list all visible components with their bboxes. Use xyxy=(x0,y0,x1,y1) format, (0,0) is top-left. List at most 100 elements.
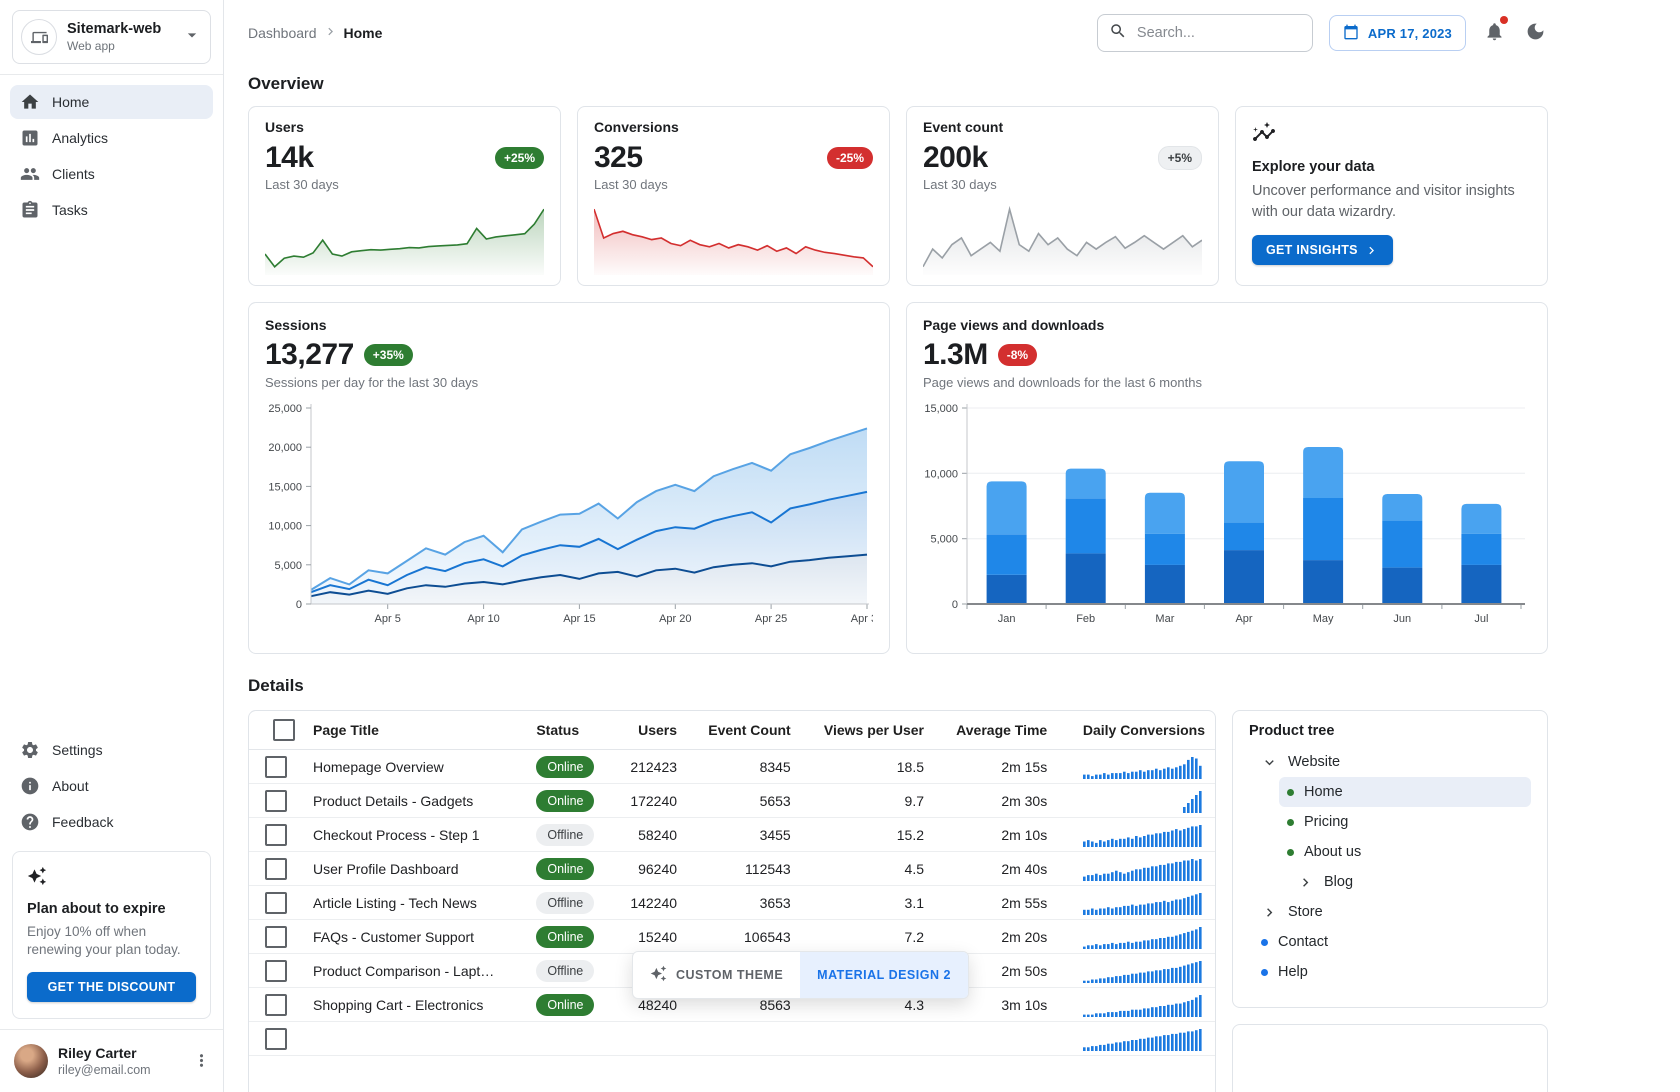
status-badge: Online xyxy=(536,858,594,880)
cell-page-title: Checkout Process - Step 1 xyxy=(303,818,526,852)
row-checkbox[interactable] xyxy=(265,790,287,812)
cell-users: 96240 xyxy=(613,852,687,886)
devices-icon xyxy=(31,29,48,46)
table-row: User Profile Dashboard Online 96240 1125… xyxy=(249,852,1215,886)
get-insights-button[interactable]: GET INSIGHTS xyxy=(1252,235,1393,265)
date-picker-button[interactable]: APR 17, 2023 xyxy=(1329,15,1466,51)
workspace-name: Sitemark-web xyxy=(67,20,172,38)
search-input[interactable] xyxy=(1135,24,1301,42)
product-tree-title: Product tree xyxy=(1249,723,1531,739)
user-row: Riley Carter riley@email.com xyxy=(0,1029,223,1092)
cell-event-count: 3455 xyxy=(687,818,801,852)
tree-item-contact[interactable]: Contact xyxy=(1253,927,1531,957)
tree-item-about-us[interactable]: About us xyxy=(1279,837,1531,867)
material-design-2-option[interactable]: MATERIAL DESIGN 2 xyxy=(800,952,968,998)
date-label: APR 17, 2023 xyxy=(1368,26,1452,41)
svg-text:15,000: 15,000 xyxy=(268,481,302,493)
row-checkbox[interactable] xyxy=(265,858,287,880)
svg-text:Apr 15: Apr 15 xyxy=(563,613,595,625)
tree-item-pricing[interactable]: Pricing xyxy=(1279,807,1531,837)
custom-theme-option[interactable]: CUSTOM THEME xyxy=(633,952,800,998)
tree-item-label: Pricing xyxy=(1304,814,1348,830)
details-table-card: Page TitleStatusUsersEvent CountViews pe… xyxy=(248,710,1216,1092)
svg-text:5,000: 5,000 xyxy=(930,534,958,546)
cell-page-title: Article Listing - Tech News xyxy=(303,886,526,920)
tree-item-label: Website xyxy=(1288,754,1340,770)
get-discount-button[interactable]: GET THE DISCOUNT xyxy=(27,972,196,1002)
tree-item-label: Store xyxy=(1288,904,1323,920)
row-checkbox[interactable] xyxy=(265,756,287,778)
sidebar-item-settings[interactable]: Settings xyxy=(10,733,213,767)
cell-users: 212423 xyxy=(613,750,687,784)
cell-views-per-user: 3.1 xyxy=(801,886,934,920)
tree-item-help[interactable]: Help xyxy=(1253,957,1531,987)
status-badge: Online xyxy=(536,756,594,778)
sidebar-item-about[interactable]: About xyxy=(10,769,213,803)
details-title: Details xyxy=(248,676,1548,696)
svg-text:0: 0 xyxy=(296,599,302,611)
user-name: Riley Carter xyxy=(58,1044,180,1062)
details-table: Page TitleStatusUsersEvent CountViews pe… xyxy=(249,711,1215,1056)
cell-event-count: 3653 xyxy=(687,886,801,920)
stat-sparkline xyxy=(265,203,544,275)
cell-page-title: Product Comparison - Lapt… xyxy=(303,954,526,988)
workspace-select[interactable]: Sitemark-web Web app xyxy=(12,10,211,64)
topbar: Dashboard Home APR 17, 2023 xyxy=(248,12,1548,54)
sidebar-item-analytics[interactable]: Analytics xyxy=(10,121,213,155)
tree-dot-icon xyxy=(1261,969,1268,976)
cell-views-per-user xyxy=(801,1022,934,1056)
cell-event-count: 106543 xyxy=(687,920,801,954)
sidebar-item-label: Tasks xyxy=(52,202,88,218)
user-menu-button[interactable] xyxy=(190,1049,213,1072)
chevron-right-icon xyxy=(1364,243,1379,258)
theme-mode-toggle[interactable] xyxy=(1523,19,1548,47)
column-header-users: Users xyxy=(613,711,687,750)
row-checkbox[interactable] xyxy=(265,960,287,982)
status-badge: Online xyxy=(536,926,594,948)
row-checkbox[interactable] xyxy=(265,926,287,948)
svg-text:Apr 30: Apr 30 xyxy=(851,613,873,625)
sessions-chart: 05,00010,00015,00020,00025,000Apr 5Apr 1… xyxy=(265,400,873,639)
main-area: Dashboard Home APR 17, 2023 xyxy=(224,0,1680,1092)
svg-text:25,000: 25,000 xyxy=(268,403,302,415)
daily-conversions-sparkline xyxy=(1083,755,1203,779)
cell-views-per-user: 4.5 xyxy=(801,852,934,886)
cell-users: 15240 xyxy=(613,920,687,954)
select-all-checkbox[interactable] xyxy=(273,719,295,741)
sidebar-item-clients[interactable]: Clients xyxy=(10,157,213,191)
sessions-title: Sessions xyxy=(265,317,873,333)
user-email: riley@email.com xyxy=(58,1062,180,1078)
row-checkbox[interactable] xyxy=(265,892,287,914)
pageviews-subtitle: Page views and downloads for the last 6 … xyxy=(923,375,1531,390)
sidebar-item-feedback[interactable]: Feedback xyxy=(10,805,213,839)
cell-event-count xyxy=(687,1022,801,1056)
stat-sparkline xyxy=(923,203,1202,275)
tree-item-store[interactable]: Store xyxy=(1253,897,1531,927)
cell-average-time: 2m 15s xyxy=(934,750,1057,784)
stat-cards-row: Users 14k +25% Last 30 days Conversions … xyxy=(248,106,1548,286)
cell-event-count: 5653 xyxy=(687,784,801,818)
row-checkbox[interactable] xyxy=(265,994,287,1016)
stat-card-title: Conversions xyxy=(594,119,873,135)
insight-card-body: Uncover performance and visitor insights… xyxy=(1252,181,1531,223)
sidebar-item-home[interactable]: Home xyxy=(10,85,213,119)
sparkle-icon xyxy=(650,965,667,982)
sessions-area-chart: 05,00010,00015,00020,00025,000Apr 5Apr 1… xyxy=(265,400,873,634)
status-badge: Online xyxy=(536,994,594,1016)
notifications-button[interactable] xyxy=(1482,19,1507,47)
tree-item-blog[interactable]: Blog xyxy=(1289,867,1531,897)
cell-page-title: Shopping Cart - Electronics xyxy=(303,988,526,1022)
tree-item-home[interactable]: Home xyxy=(1279,777,1531,807)
breadcrumb-home: Home xyxy=(344,25,383,41)
breadcrumb: Dashboard Home xyxy=(248,24,382,42)
breadcrumb-dashboard[interactable]: Dashboard xyxy=(248,25,317,41)
row-checkbox[interactable] xyxy=(265,1028,287,1050)
sessions-card: Sessions 13,277 +35% Sessions per day fo… xyxy=(248,302,890,654)
sidebar-item-tasks[interactable]: Tasks xyxy=(10,193,213,227)
daily-conversions-sparkline xyxy=(1083,1027,1203,1051)
tree-item-website[interactable]: Website xyxy=(1253,747,1531,777)
sidebar-item-label: Analytics xyxy=(52,130,108,146)
tree-dot-icon xyxy=(1261,939,1268,946)
cell-users: 58240 xyxy=(613,818,687,852)
row-checkbox[interactable] xyxy=(265,824,287,846)
